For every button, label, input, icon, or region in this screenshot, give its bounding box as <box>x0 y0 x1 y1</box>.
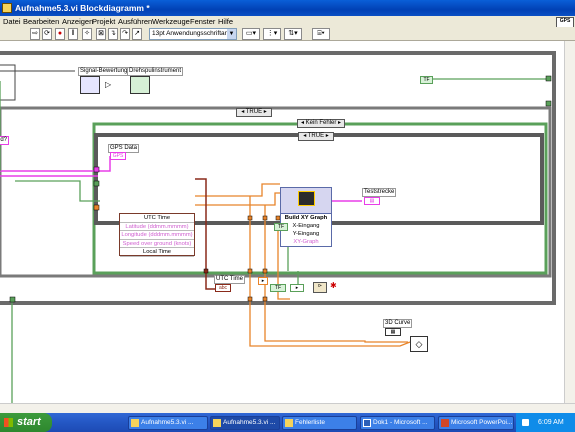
clean-up-icon[interactable]: ⌸▾ <box>312 28 330 40</box>
build-xy-graph-node[interactable]: Build XY Graph X-Eingang Y-Eingang XY-Gr… <box>280 187 332 247</box>
abort-icon[interactable]: ● <box>55 28 65 40</box>
unbundle-by-name[interactable]: UTC Time Latitude (ddmm.mmmm) Longitude … <box>119 213 195 257</box>
case-selector-kein-fehler-label: Kein Fehler <box>305 120 337 126</box>
left-cluster-label: id? <box>0 136 10 145</box>
stop-icon[interactable]: ✱ <box>330 282 337 290</box>
highlight-bulb-icon[interactable]: ✧ <box>82 28 92 40</box>
task-item-aufnahme-2[interactable]: Aufnahme5.3.vi ... <box>210 416 280 430</box>
horizontal-scrollbar[interactable] <box>0 403 575 413</box>
run-arrow-icon[interactable]: ⇨ <box>30 28 40 40</box>
run-continuous-icon[interactable]: ⟳ <box>42 28 52 40</box>
tray-icon[interactable] <box>522 419 529 426</box>
drehspulinstrument-subvi[interactable] <box>130 76 150 94</box>
system-tray: 6:09 AM <box>516 413 575 432</box>
gps-data-terminal[interactable]: GPS <box>110 152 126 160</box>
menu-bar: Datei Bearbeiten Anzeigen Projekt Ausfüh… <box>0 16 575 27</box>
reorder-icon[interactable]: ⇅▾ <box>284 28 302 40</box>
vi-icon <box>2 3 12 13</box>
toolbar: ⇨ ⟳ ● ‖ ✧ ⊠ ↴ ↷ ↗ 13pt Anwendungsschrift… <box>0 27 575 41</box>
field-utc-time: UTC Time <box>120 214 194 223</box>
3d-curve-terminal[interactable]: ▦ <box>385 328 401 336</box>
title-bar: Aufnahme5.3.vi Blockdiagramm * <box>0 0 575 16</box>
divide-triangle-icon[interactable]: ▷ <box>105 81 111 89</box>
vi-icon <box>213 419 221 427</box>
utc-time-terminal[interactable]: abc <box>215 284 231 292</box>
windows-flag-icon <box>4 418 13 427</box>
task-item-powerpoint[interactable]: Microsoft PowerPoi... <box>438 416 514 430</box>
task-item-word[interactable]: Dok1 - Microsoft ... <box>360 416 435 430</box>
xy-graph-output[interactable]: XY-Graph <box>281 238 331 246</box>
bool-array-terminal[interactable]: TF <box>270 284 286 292</box>
step-out-icon[interactable]: ↗ <box>132 28 142 40</box>
signal-bewertung-label: Signal-Bewertung <box>78 67 130 76</box>
vi-icon <box>131 419 139 427</box>
word-icon <box>363 419 371 427</box>
menu-fenster[interactable]: Fenster <box>190 17 215 26</box>
case-selector-kein-fehler[interactable]: ◂ Kein Fehler ▸ <box>297 119 345 128</box>
step-over-icon[interactable]: ↷ <box>120 28 130 40</box>
start-label: start <box>17 416 41 428</box>
font-select-value: 13pt Anwendungsschriftart <box>152 30 229 37</box>
start-button[interactable]: start <box>0 413 52 432</box>
case-selector-true-outer[interactable]: ◂ TRUE ▸ <box>236 108 272 117</box>
3d-curve-label: 3D Curve <box>383 319 413 328</box>
teststrecke-terminal[interactable]: ▤ <box>364 197 380 205</box>
compare-node[interactable]: ▸ <box>290 284 304 292</box>
build-xy-graph-title: Build XY Graph <box>284 215 328 221</box>
field-local-time: Local Time <box>120 248 194 257</box>
window-title: Aufnahme5.3.vi Blockdiagramm * <box>15 3 150 13</box>
menu-projekt[interactable]: Projekt <box>92 17 115 26</box>
task-item-label: Aufnahme5.3.vi ... <box>141 419 194 426</box>
3d-curve-node[interactable]: ◇ <box>410 336 428 352</box>
menu-werkzeuge[interactable]: Werkzeuge <box>152 17 190 26</box>
field-speed: Speed over ground (knots) <box>120 240 194 249</box>
distribute-icon[interactable]: ⋮▾ <box>263 28 281 40</box>
small-orange-node[interactable]: ▸ <box>258 277 268 285</box>
step-into-icon[interactable]: ↴ <box>108 28 118 40</box>
task-item-label: Aufnahme5.3.vi ... <box>223 419 276 426</box>
build-xy-graph-header <box>281 188 331 214</box>
task-item-label: Dok1 - Microsoft ... <box>373 419 428 426</box>
drehspulinstrument-label: Drehspulinstrument <box>127 67 184 76</box>
case-selector-true-inner-label: TRUE <box>307 133 325 139</box>
menu-hilfe[interactable]: Hilfe <box>218 17 233 26</box>
field-longitude: Longitude (dddmm.mmmm) <box>120 232 194 240</box>
list-icon <box>285 419 293 427</box>
boolean-terminal[interactable]: TF <box>420 76 433 84</box>
menu-ausfuehren[interactable]: Ausführen <box>118 17 152 26</box>
retain-wire-icon[interactable]: ⊠ <box>96 28 106 40</box>
clock: 6:09 AM <box>538 419 564 426</box>
context-help-label: GPS <box>559 18 571 24</box>
y-eingang-input[interactable]: Y-Eingang <box>281 230 331 238</box>
task-item-fehlerliste[interactable]: Fehlerliste <box>282 416 357 430</box>
chevron-down-icon: ▼ <box>227 29 236 39</box>
teststrecke-label: Teststrecke <box>362 188 397 197</box>
menu-bearbeiten[interactable]: Bearbeiten <box>23 17 59 26</box>
menu-anzeigen[interactable]: Anzeigen <box>62 17 93 26</box>
task-item-aufnahme-1[interactable]: Aufnahme5.3.vi ... <box>128 416 208 430</box>
block-diagram-canvas[interactable]: Signal-Bewertung ▷ Drehspulinstrument TF… <box>0 41 575 403</box>
menu-datei[interactable]: Datei <box>3 17 21 26</box>
task-item-label: Microsoft PowerPoi... <box>451 419 513 426</box>
align-icon[interactable]: ▭▾ <box>242 28 260 40</box>
signal-bewertung-subvi[interactable] <box>80 76 100 94</box>
field-latitude: Latitude (ddmm.mmmm) <box>120 223 194 232</box>
font-select[interactable]: 13pt Anwendungsschriftart ▼ <box>149 28 237 40</box>
vertical-scrollbar[interactable] <box>564 41 575 403</box>
xy-graph-icon <box>298 191 315 206</box>
x-eingang-input[interactable]: X-Eingang <box>281 222 331 230</box>
status-terminal[interactable]: TF <box>274 223 288 231</box>
taskbar: start Aufnahme5.3.vi ... Aufnahme5.3.vi … <box>0 413 575 432</box>
case-selector-true-outer-label: TRUE <box>245 109 263 115</box>
select-node[interactable]: ⊳ <box>313 282 327 293</box>
powerpoint-icon <box>441 419 449 427</box>
utc-time-label: UTC Time <box>214 275 245 284</box>
task-item-label: Fehlerliste <box>295 419 325 426</box>
pause-icon[interactable]: ‖ <box>68 28 78 40</box>
case-selector-true-inner[interactable]: ◂ TRUE ▸ <box>298 132 334 141</box>
